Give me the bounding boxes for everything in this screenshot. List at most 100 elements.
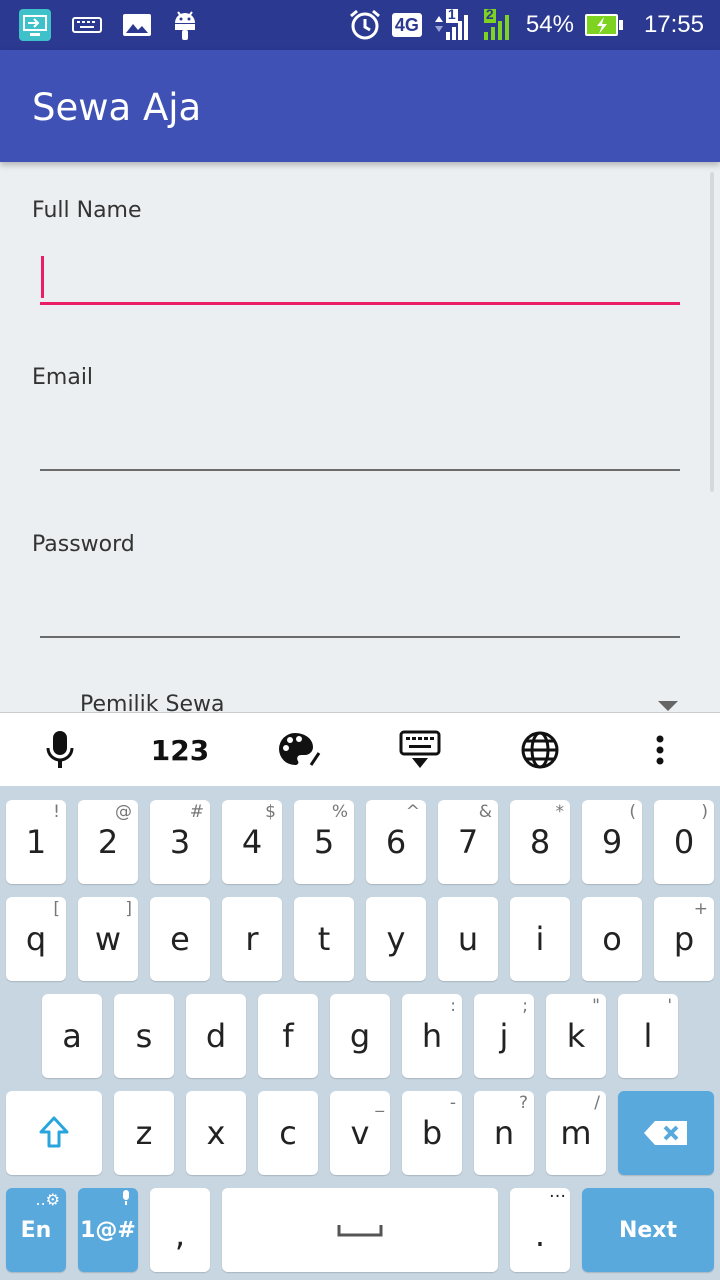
key-9[interactable]: 9(: [582, 800, 642, 884]
key-label: a: [62, 1017, 82, 1055]
registration-form: Full Name Email Password Pemilik Sewa: [0, 162, 720, 712]
key-p[interactable]: p +: [654, 897, 714, 981]
key-0[interactable]: 0): [654, 800, 714, 884]
full-name-underline: [40, 302, 680, 305]
key-label: 1: [25, 823, 47, 861]
key-7[interactable]: 7 &: [438, 800, 498, 884]
key-label: j: [499, 1017, 509, 1055]
key-n[interactable]: n?: [474, 1091, 534, 1175]
key-g[interactable]: g: [330, 994, 390, 1078]
key-c[interactable]: c: [258, 1091, 318, 1175]
key-l[interactable]: l ': [618, 994, 678, 1078]
key-label: i: [535, 920, 545, 958]
email-field[interactable]: [40, 407, 680, 469]
app-title: Sewa Aja: [32, 86, 202, 129]
key-label: o: [602, 920, 622, 958]
key-h[interactable]: h:: [402, 994, 462, 1078]
key-alt-label: :: [450, 996, 456, 1016]
key-alt-label: ): [701, 802, 708, 822]
next-key[interactable]: Next: [582, 1188, 714, 1272]
full-name-field[interactable]: [40, 242, 680, 308]
key-label: 6: [385, 823, 407, 861]
key-alt-label: (: [629, 802, 636, 822]
key-w[interactable]: w]: [78, 897, 138, 981]
key-t[interactable]: t: [294, 897, 354, 981]
key-alt-label: !: [53, 802, 60, 822]
key-v[interactable]: v _: [330, 1091, 390, 1175]
key-label: 0: [673, 823, 695, 861]
key-label: u: [457, 920, 479, 958]
key-alt-label: ?: [518, 1093, 528, 1113]
notification-icons: [18, 8, 198, 42]
key-label: b: [421, 1114, 443, 1152]
key-label: 5: [313, 823, 335, 861]
signal-sim1-icon: 1: [432, 6, 472, 42]
more-options-button[interactable]: [615, 713, 705, 787]
key-alt-label: ': [667, 996, 672, 1016]
symbols-key[interactable]: 1@#: [78, 1188, 138, 1272]
key-alt-label: +: [693, 899, 708, 919]
key-3[interactable]: 3 #: [150, 800, 210, 884]
text-cursor: [41, 256, 44, 298]
image-icon: [122, 12, 152, 38]
key-alt-label: /: [594, 1093, 600, 1113]
key-i[interactable]: i: [510, 897, 570, 981]
key-2[interactable]: 2 @: [78, 800, 138, 884]
key-j[interactable]: j;: [474, 994, 534, 1078]
period-key-label: .: [534, 1216, 546, 1254]
key-alt-label: -: [449, 1093, 456, 1113]
language-switch-key[interactable]: En ..⚙: [6, 1188, 66, 1272]
period-key[interactable]: . …: [510, 1182, 570, 1272]
password-field[interactable]: [40, 574, 680, 636]
key-8[interactable]: 8 *: [510, 800, 570, 884]
key-alt-label: *: [555, 802, 565, 822]
shift-icon: [39, 1116, 69, 1148]
space-key[interactable]: [222, 1188, 498, 1272]
comma-key-label: ,: [174, 1216, 186, 1254]
hide-keyboard-button[interactable]: [375, 713, 465, 787]
more-vert-icon: [656, 735, 664, 765]
key-q[interactable]: q[: [6, 897, 66, 981]
clock: 17:55: [643, 11, 704, 38]
keyboard: 1! 2 @3 #4 $5% 6 ^ 7 & 8 * 9(0) q[w] e r t y u i o p + a s d f g h:…: [0, 786, 720, 1280]
theme-button[interactable]: [255, 713, 345, 787]
key-6[interactable]: 6 ^: [366, 800, 426, 884]
key-alt-label: ;: [522, 996, 528, 1016]
key-y[interactable]: y: [366, 897, 426, 981]
scrollbar[interactable]: [710, 172, 714, 492]
key-u[interactable]: u: [438, 897, 498, 981]
key-e[interactable]: e: [150, 897, 210, 981]
hide-keyboard-icon: [399, 730, 441, 768]
key-4[interactable]: 4 $: [222, 800, 282, 884]
alarm-icon: [348, 8, 382, 42]
key-label: z: [135, 1114, 153, 1152]
backspace-key[interactable]: [618, 1091, 714, 1175]
key-s[interactable]: s: [114, 994, 174, 1078]
key-z[interactable]: z: [114, 1091, 174, 1175]
key-b[interactable]: b-: [402, 1091, 462, 1175]
language-button[interactable]: [495, 713, 585, 787]
key-k[interactable]: k ": [546, 994, 606, 1078]
network-type-icon: 4G: [391, 13, 422, 37]
password-underline: [40, 636, 680, 638]
key-r[interactable]: r: [222, 897, 282, 981]
next-key-label: Next: [618, 1217, 678, 1243]
key-label: f: [282, 1017, 294, 1055]
key-5[interactable]: 5%: [294, 800, 354, 884]
key-label: 2: [97, 823, 119, 861]
key-label: 3: [169, 823, 191, 861]
key-alt-label: [: [53, 899, 60, 919]
numbers-button[interactable]: 123: [135, 713, 225, 787]
key-f[interactable]: f: [258, 994, 318, 1078]
shift-key[interactable]: [6, 1091, 102, 1175]
globe-icon: [521, 731, 559, 769]
key-m[interactable]: m /: [546, 1091, 606, 1175]
key-o[interactable]: o: [582, 897, 642, 981]
key-a[interactable]: a: [42, 994, 102, 1078]
comma-key[interactable]: ,: [150, 1188, 210, 1272]
voice-input-button[interactable]: [15, 713, 105, 787]
key-alt-label: _: [375, 1093, 385, 1113]
key-x[interactable]: x: [186, 1091, 246, 1175]
key-d[interactable]: d: [186, 994, 246, 1078]
key-1[interactable]: 1!: [6, 800, 66, 884]
